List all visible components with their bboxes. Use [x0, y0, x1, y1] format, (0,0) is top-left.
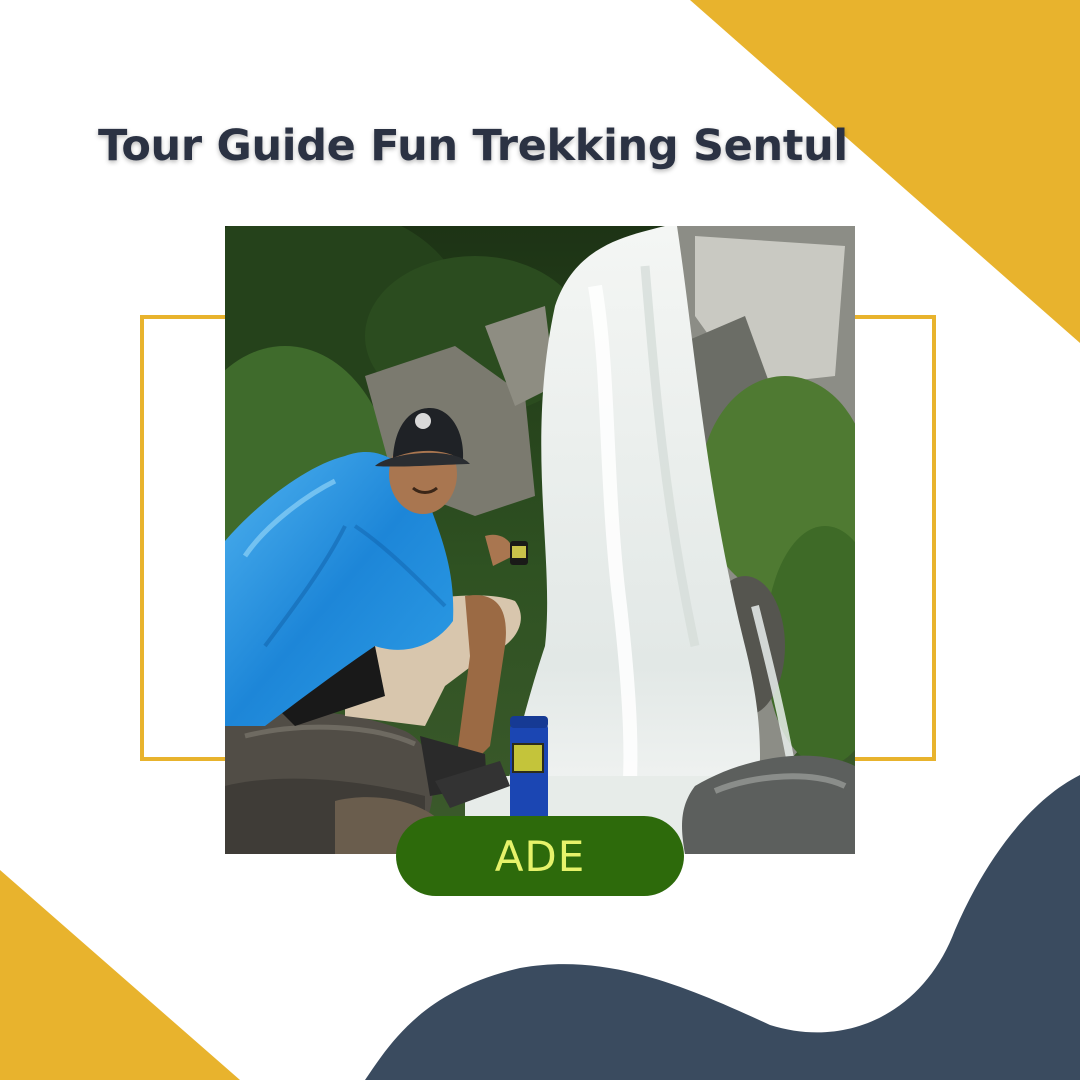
guide-name: ADE	[494, 831, 586, 881]
page-title: Tour Guide Fun Trekking Sentul	[98, 121, 848, 171]
guide-photo	[225, 226, 855, 854]
guide-name-badge: ADE	[396, 816, 684, 896]
tour-guide-card: Tour Guide Fun Trekking Sentul ADE	[0, 0, 1080, 1080]
bottom-left-yellow-triangle	[0, 870, 240, 1080]
